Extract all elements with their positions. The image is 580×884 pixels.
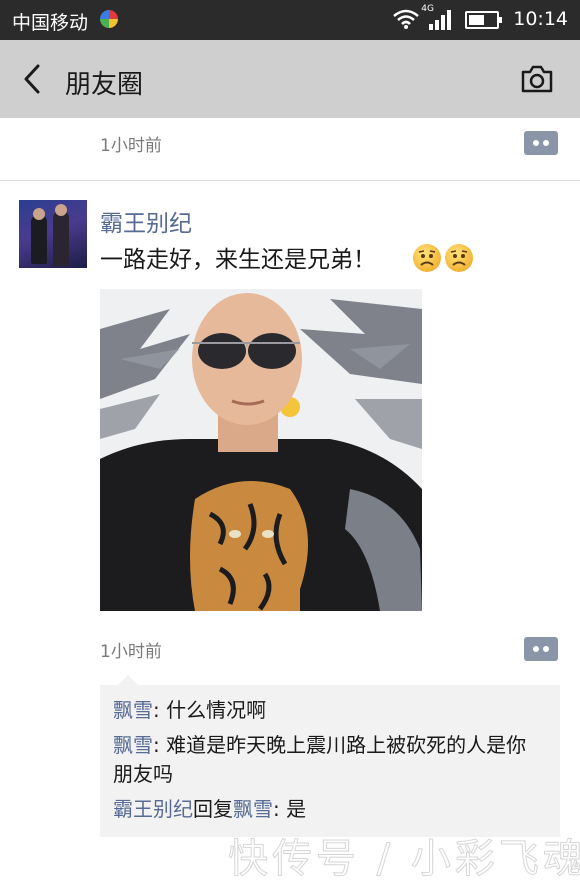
dot-icon — [533, 646, 539, 652]
post-divider — [0, 180, 580, 181]
status-bar: 中国移动 4G 10:14 — [0, 0, 580, 40]
comment-text: 难道是昨天晚上震川路上被砍死的人是你朋友吗 — [113, 733, 527, 786]
reply-target[interactable]: 飘雪 — [233, 797, 273, 821]
wifi-icon — [393, 9, 420, 29]
watermark: 快传号 / 小彩飞魂 — [228, 836, 580, 883]
comment-text: 是 — [286, 797, 307, 821]
comment-item[interactable]: 飘雪: 什么情况啊 — [113, 696, 543, 725]
post-comment-button[interactable] — [524, 637, 558, 661]
post-author[interactable]: 霸王别纪 — [100, 204, 192, 238]
comment-author[interactable]: 霸王别纪 — [113, 797, 193, 821]
battery-icon — [465, 11, 503, 29]
clock: 10:14 — [513, 8, 568, 30]
comment-item[interactable]: 霸王别纪回复飘雪: 是 — [113, 795, 543, 824]
prev-post-comment-button[interactable] — [524, 131, 558, 155]
back-chevron-icon[interactable] — [18, 62, 48, 96]
post-time: 1小时前 — [100, 642, 162, 662]
prev-post-time: 1小时前 — [100, 136, 162, 156]
comment-author[interactable]: 飘雪 — [113, 698, 153, 722]
comment-separator: : — [153, 733, 167, 757]
comment-item[interactable]: 飘雪: 难道是昨天晚上震川路上被砍死的人是你朋友吗 — [113, 731, 543, 789]
comment-separator: : — [273, 797, 287, 821]
sad-face-emoji-icon — [445, 244, 473, 272]
dot-icon — [533, 140, 539, 146]
post-text: 一路走好，来生还是兄弟！ — [100, 247, 376, 273]
status-right: 4G 10:14 — [393, 4, 568, 30]
sad-face-emoji-icon — [413, 244, 441, 272]
comment-text: 什么情况啊 — [166, 698, 267, 722]
carrier-name: 中国移动 — [12, 12, 89, 34]
dot-icon — [543, 646, 549, 652]
reply-word: 回复 — [193, 797, 233, 821]
signal-icon — [429, 10, 452, 30]
comment-list: 飘雪: 什么情况啊 飘雪: 难道是昨天晚上震川路上被砍死的人是你朋友吗 霸王别纪… — [100, 675, 560, 837]
carrier-logo-icon — [100, 10, 118, 28]
post-photo[interactable] — [100, 289, 422, 611]
camera-icon[interactable] — [520, 64, 554, 94]
comment-separator: : — [153, 698, 167, 722]
dot-icon — [543, 140, 549, 146]
page-title: 朋友圈 — [65, 70, 144, 100]
comment-author[interactable]: 飘雪 — [113, 733, 153, 757]
nav-bar: 朋友圈 — [0, 40, 580, 118]
avatar[interactable] — [19, 200, 87, 268]
